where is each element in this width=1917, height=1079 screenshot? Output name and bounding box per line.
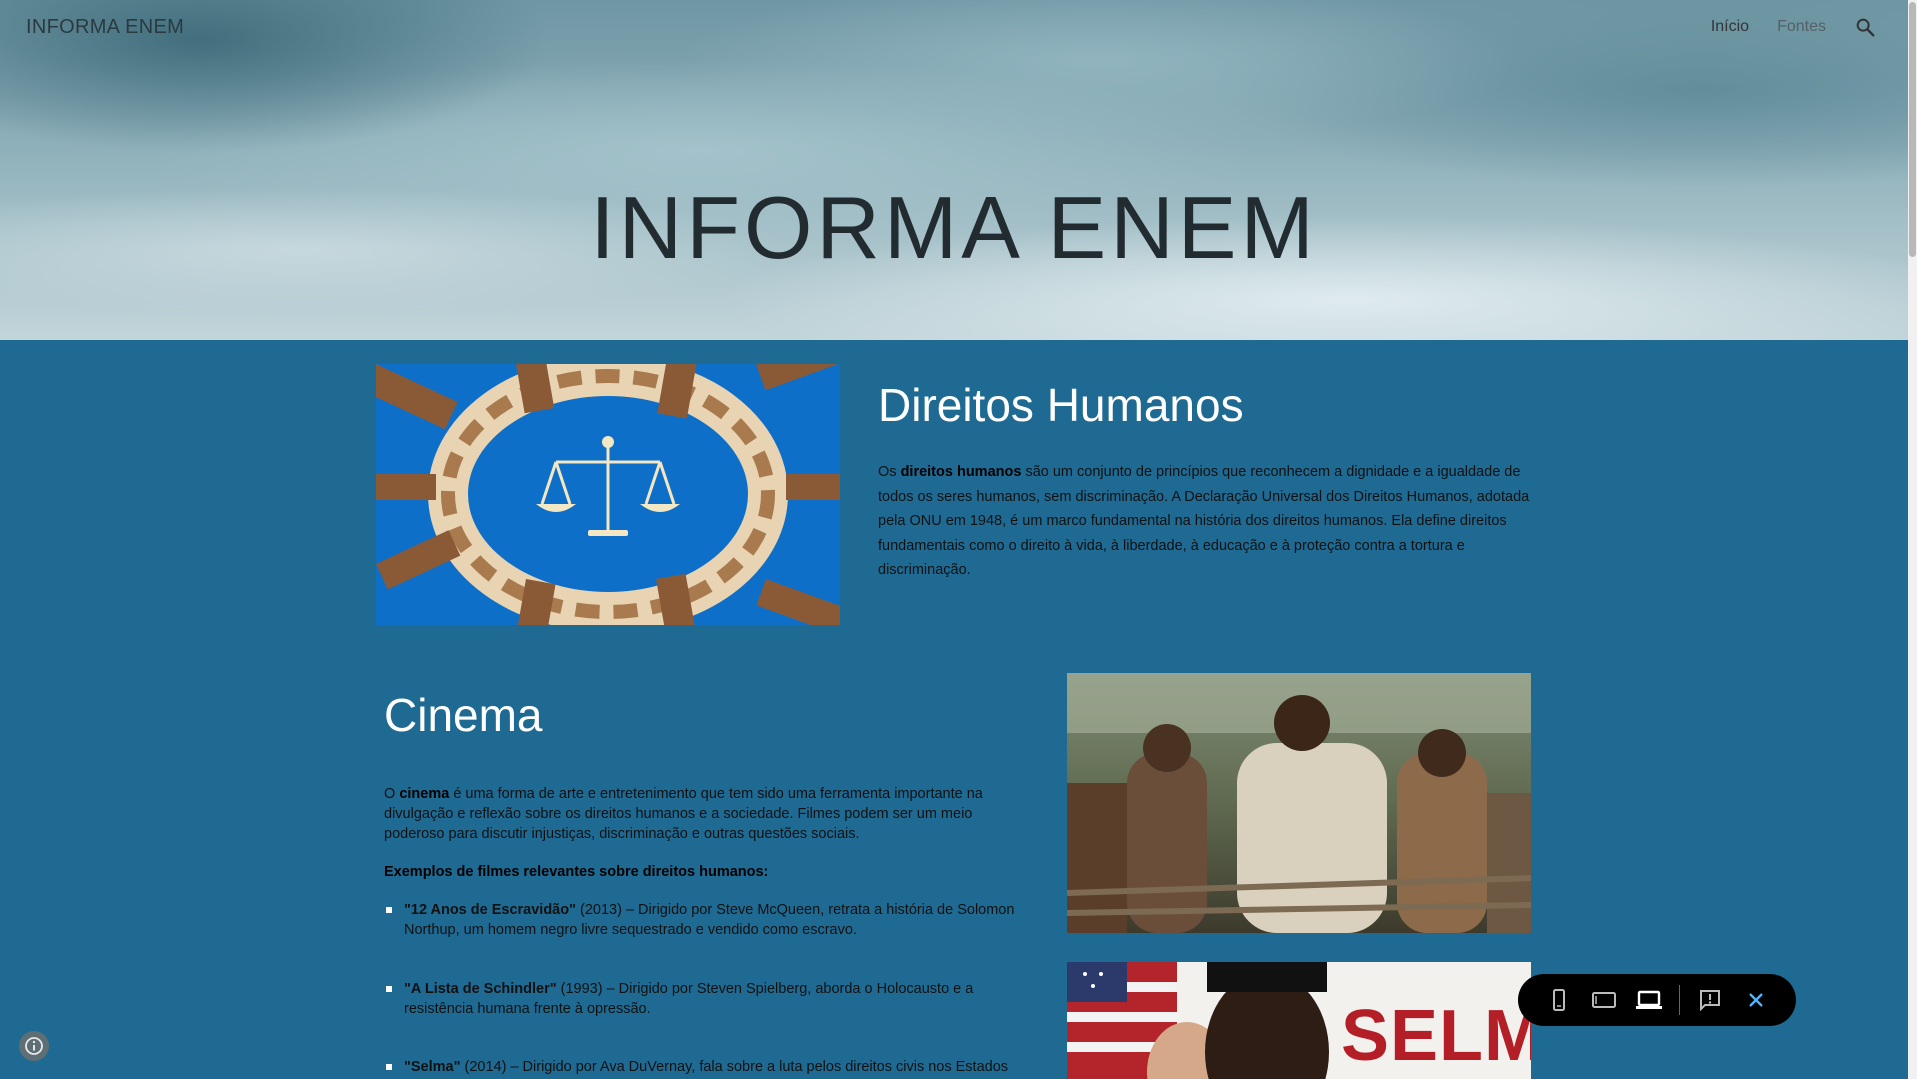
film-still-image	[1066, 673, 1532, 933]
bullet	[386, 1064, 392, 1070]
poster-title: SELMA	[1341, 996, 1531, 1076]
header-banner: INFORMA ENEM Início Fontes INFORMA ENEM	[0, 0, 1908, 340]
bullet	[386, 907, 392, 913]
scrollbar[interactable]	[1908, 0, 1917, 1079]
film-list: "12 Anos de Escravidão" (2013) – Dirigid…	[384, 900, 1026, 940]
preview-toolbar	[1518, 974, 1796, 1026]
bullet	[386, 986, 392, 992]
laptop-icon[interactable]	[1626, 982, 1671, 1018]
list-item: "A Lista de Schindler" (1993) – Dirigido…	[384, 979, 1026, 1019]
toolbar-divider	[1679, 985, 1680, 1015]
report-icon[interactable]	[1688, 982, 1733, 1018]
examples-heading: Exemplos de filmes relevantes sobre dire…	[384, 864, 769, 880]
cinema-paragraph: O cinema é uma forma de arte e entreteni…	[384, 786, 983, 842]
rights-heading: Direitos Humanos	[878, 379, 1244, 431]
top-nav: Início Fontes	[1711, 16, 1876, 38]
close-icon[interactable]	[1733, 982, 1778, 1018]
search-icon[interactable]	[1854, 16, 1876, 38]
hero-heading: INFORMA ENEM	[590, 177, 1318, 277]
selma-poster-image: SELMA	[1067, 962, 1531, 1079]
nav-item-inicio[interactable]: Início	[1711, 18, 1749, 36]
film-list: "A Lista de Schindler" (1993) – Dirigido…	[384, 979, 1026, 1019]
info-icon[interactable]	[19, 1031, 49, 1061]
rights-paragraph: Os direitos humanos são um conjunto de p…	[878, 464, 1530, 578]
film-list: "Selma" (2014) – Dirigido por Ava DuVern…	[384, 1057, 1026, 1077]
list-item: "12 Anos de Escravidão" (2013) – Dirigid…	[384, 900, 1026, 940]
phone-icon[interactable]	[1536, 982, 1581, 1018]
justice-scale-hands-image	[363, 333, 856, 644]
cinema-heading: Cinema	[384, 689, 543, 741]
scrollbar-thumb[interactable]	[1909, 2, 1916, 257]
tablet-icon[interactable]	[1581, 982, 1626, 1018]
site-title[interactable]: INFORMA ENEM	[26, 16, 184, 39]
nav-item-fontes[interactable]: Fontes	[1777, 18, 1826, 36]
list-item: "Selma" (2014) – Dirigido por Ava DuVern…	[384, 1057, 1026, 1077]
